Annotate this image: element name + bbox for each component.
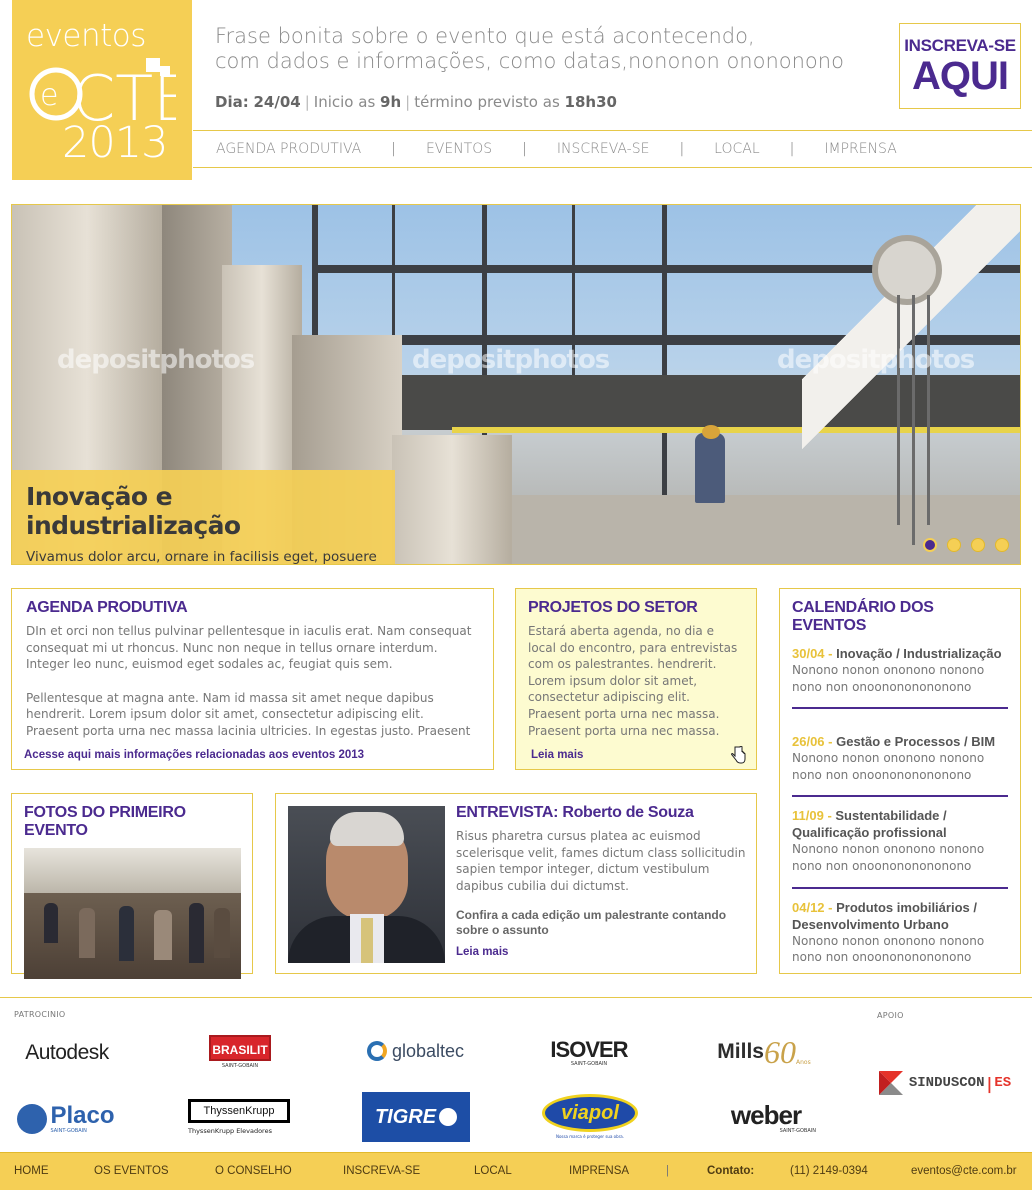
event-date: 04/12 [792, 899, 825, 915]
footer-phone: (11) 2149-0394 [790, 1165, 868, 1177]
hero-title: Inovação e industrialização [26, 482, 241, 540]
globaltec-icon [366, 1041, 387, 1061]
event-date: 11/09 [792, 808, 824, 824]
interview-read-more-link[interactable]: Leia mais [456, 946, 746, 958]
sponsor-isover-logo[interactable]: ISOVER SAINT-GOBAIN [545, 1036, 633, 1070]
nav-item-inscreva[interactable]: INSCREVA-SE | [557, 141, 714, 157]
event-date: 26/06 [792, 734, 825, 750]
footer-link-eventos[interactable]: OS EVENTOS [94, 1165, 169, 1177]
sponsor-thyssenkrupp-logo[interactable]: ThyssenKrupp ThyssenKrupp Elevadores [188, 1094, 292, 1140]
projetos-title: PROJETOS DO SETOR [528, 599, 698, 616]
calendar-event[interactable]: 30/04 - Inovação / Industrialização Nono… [792, 645, 1008, 710]
footer-link-inscreva[interactable]: INSCREVA-SE [343, 1165, 420, 1177]
logo-year: 2013 [62, 118, 168, 168]
footer-email-link[interactable]: eventos@cte.com.br [911, 1165, 1017, 1177]
slider-dot[interactable] [995, 538, 1009, 552]
slider-dot[interactable] [947, 538, 961, 552]
watermark-1: depositphotos [57, 345, 255, 375]
main-nav: AGENDA PRODUTIVA | EVENTOS | INSCREVA-SE | … [193, 130, 1032, 168]
watermark-2: depositphotos [412, 345, 610, 375]
event-name: Gestão e Processos / BIM [836, 734, 996, 750]
footer-bar: HOME OS EVENTOS O CONSELHO INSCREVA-SE L… [0, 1152, 1032, 1190]
event-desc: Nonono nonon ononono nonono nono non ono… [792, 933, 985, 965]
date-label: Dia: [215, 93, 249, 111]
event-desc: Nonono nonon ononono nonono nono non ono… [792, 842, 985, 873]
sponsors-label: PATROCINIO [14, 1010, 66, 1019]
agenda-title: AGENDA PRODUTIVA [26, 599, 188, 616]
nav-item-imprensa[interactable]: IMPRENSA [824, 141, 896, 157]
watermark-3: depositphotos [777, 345, 975, 375]
sponsor-brasilit-logo[interactable]: BRASILIT SAINT-GOBAIN [208, 1028, 272, 1076]
interview-note: Confira a cada edição um palestrante con… [456, 908, 727, 938]
event-photo[interactable] [24, 848, 241, 979]
cta-line-1: INSCREVA-SE [904, 36, 1016, 55]
cta-line-2: AQUI [912, 54, 1009, 98]
sponsor-tigre-logo[interactable]: TIGRE [362, 1092, 470, 1142]
calendar-event[interactable]: 26/06 - Gestão e Processos / BIM Nonono … [792, 733, 1008, 798]
event-date: 30/04 [792, 646, 825, 661]
tagline-line-2: com dados e informações, como datas,nono… [215, 49, 844, 73]
event-name: Inovação / Industrialização [836, 646, 1002, 661]
sponsor-globaltec-logo[interactable]: globaltec [358, 1038, 473, 1064]
placo-icon [17, 1104, 48, 1134]
slider-dot[interactable] [971, 538, 985, 552]
calendar-event[interactable]: 11/09 - Sustentabilidade / Qualificação … [792, 807, 1008, 889]
event-logo[interactable]: eventos e CTE 2013 [12, 0, 192, 180]
tigre-paw-icon [439, 1108, 458, 1126]
footer-link-local[interactable]: LOCAL [474, 1165, 512, 1177]
calendar-title: CALENDÁRIO DOS EVENTOS [792, 599, 934, 634]
projetos-read-more-link[interactable]: Leia mais [531, 749, 583, 761]
svg-text:e: e [40, 78, 58, 113]
header-tagline: Frase bonita sobre o evento que está aco… [215, 24, 875, 74]
footer-link-imprensa[interactable]: IMPRENSA [569, 1165, 629, 1177]
nav-item-eventos[interactable]: EVENTOS | [426, 141, 557, 157]
sponsor-autodesk-logo[interactable]: Autodesk [12, 1038, 122, 1068]
sponsor-mills-logo[interactable]: Mills 60 Anos [712, 1032, 816, 1072]
hero-caption: Inovação e industrialização Vivamus dolo… [12, 470, 395, 565]
subscribe-cta-button[interactable]: INSCREVA-SE AQUI [899, 23, 1021, 109]
photos-box: FOTOS DO PRIMEIRO EVENTO [11, 793, 253, 979]
projetos-text: Estará aberta agenda, no dia e local do … [528, 624, 738, 738]
interview-box: ENTREVISTA: Roberto de Souza Risus phare… [275, 793, 757, 974]
photos-title: FOTOS DO PRIMEIRO EVENTO [24, 804, 186, 839]
event-desc: Nonono nonon ononono nonono nono non ono… [792, 751, 985, 782]
interview-text: Risus pharetra cursus platea ac euismod … [456, 829, 746, 893]
support-sinduscon-logo[interactable]: SINDUSCON | ES [874, 1068, 1014, 1098]
sponsor-placo-logo[interactable]: Placo SAINT-GOBAIN [12, 1098, 120, 1140]
end-value: 18h30 [564, 93, 617, 111]
support-label: APOIO [877, 1011, 904, 1020]
hand-cursor-icon [731, 746, 746, 764]
slider-dot[interactable] [923, 538, 937, 552]
tagline-line-1: Frase bonita sobre o evento que está aco… [215, 24, 755, 48]
projetos-box: PROJETOS DO SETOR Estará aberta agenda, … [515, 588, 757, 770]
slider-dots [923, 538, 1009, 552]
agenda-more-link[interactable]: Acesse aqui mais informações relacionada… [24, 749, 364, 761]
start-label: Inicio as [313, 93, 376, 111]
calendar-box: CALENDÁRIO DOS EVENTOS 30/04 - Inovação … [779, 588, 1021, 974]
nav-item-local[interactable]: LOCAL | [714, 141, 824, 157]
footer-link-home[interactable]: HOME [14, 1165, 49, 1177]
nav-item-agenda[interactable]: AGENDA PRODUTIVA | [216, 141, 426, 157]
sponsors-section: PATROCINIO APOIO Autodesk BRASILIT SAINT… [0, 997, 1032, 1152]
sponsor-viapol-logo[interactable]: viapol Nossa marca é proteger sua obra. [540, 1090, 640, 1142]
agenda-box: AGENDA PRODUTIVA DIn et orci non tellus … [11, 588, 494, 770]
hero-text: Vivamus dolor arcu, ornare in facilisis … [26, 549, 377, 565]
calendar-event[interactable]: 04/12 - Produtos imobiliários / Desenvol… [792, 899, 1008, 978]
date-value: 24/04 [253, 93, 301, 111]
event-dateline: Dia: 24/04 | Inicio as 9h | término previsto… [215, 93, 617, 111]
agenda-paragraph-1: DIn et orci non tellus pulvinar pellente… [26, 624, 472, 672]
footer-link-conselho[interactable]: O CONSELHO [215, 1165, 292, 1177]
end-label: término previsto as [414, 93, 560, 111]
hero-slider[interactable]: depositphotos depositphotos depositphoto… [11, 204, 1021, 565]
interview-title: ENTREVISTA: Roberto de Souza [456, 804, 694, 821]
interviewee-photo[interactable] [288, 806, 445, 963]
sinduscon-icon [878, 1071, 903, 1095]
logo-eventos-text: eventos [26, 18, 146, 54]
event-desc: Nonono nonon ononono nonono nono non ono… [792, 663, 985, 694]
start-value: 9h [380, 93, 402, 111]
footer-divider: | [666, 1165, 669, 1177]
footer-contact-label: Contato: [707, 1165, 755, 1177]
agenda-paragraph-2: Pellentesque at magna ante. Nam id massa… [26, 690, 471, 738]
sponsor-weber-logo[interactable]: weber SAINT-GOBAIN [716, 1098, 816, 1138]
